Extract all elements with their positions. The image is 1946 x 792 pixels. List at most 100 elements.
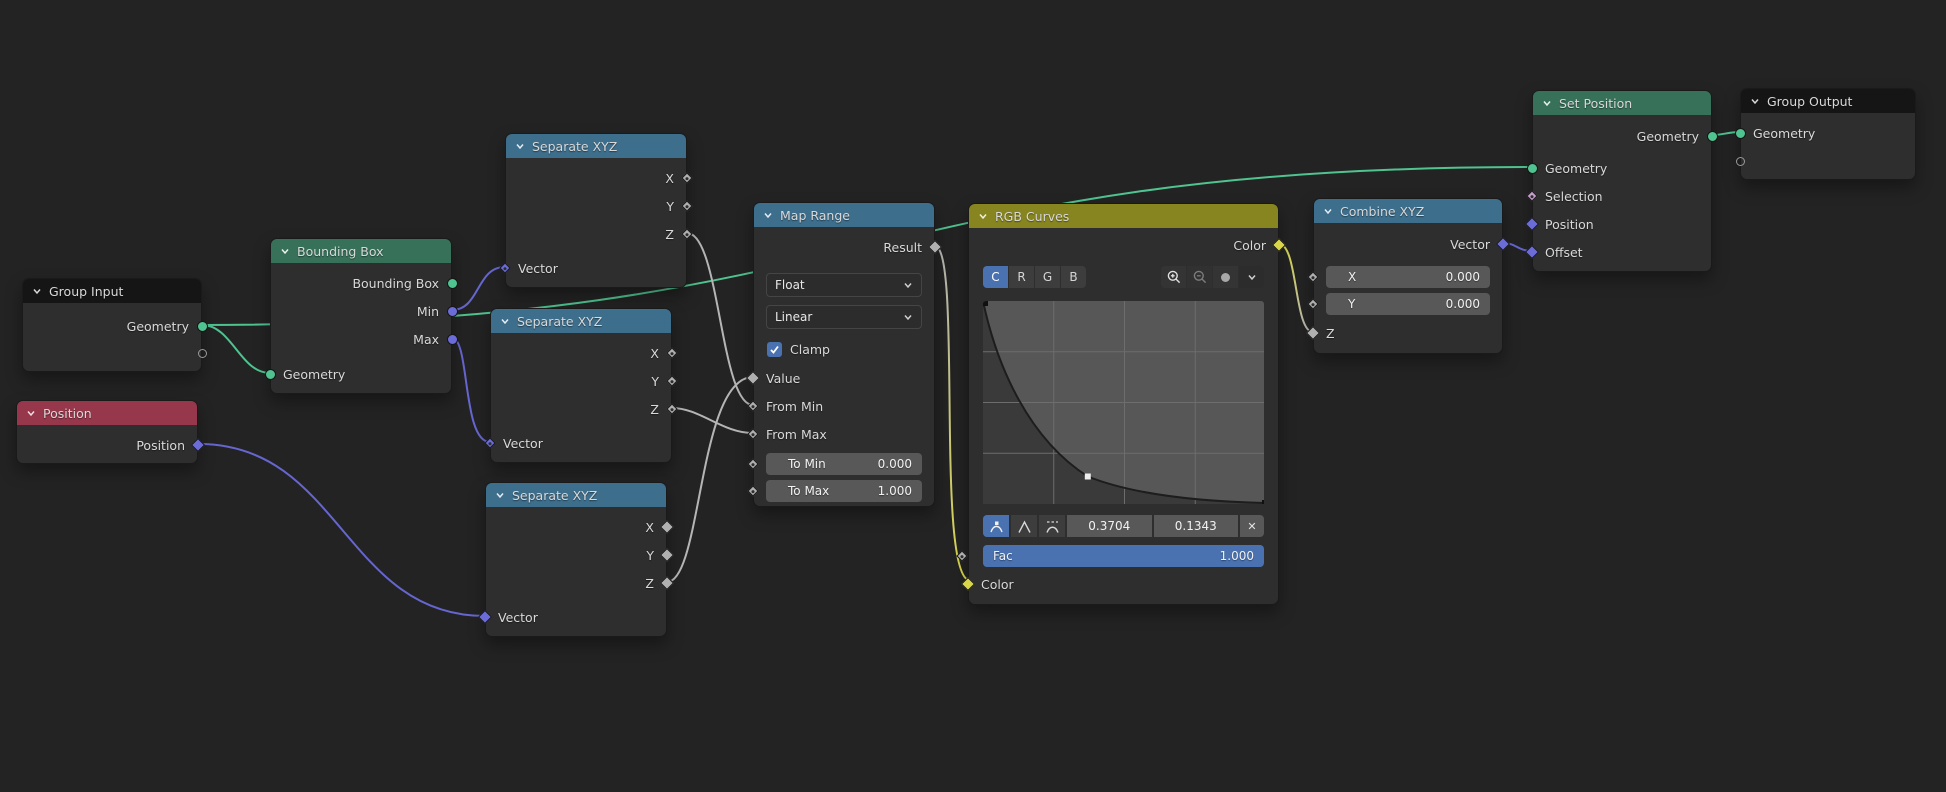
auto-handle-button[interactable]	[983, 515, 1009, 537]
x-output-socket[interactable]	[665, 346, 679, 360]
vector-output-socket[interactable]	[1496, 237, 1510, 251]
geometry-output-socket[interactable]	[1705, 129, 1719, 143]
zoom-out-button[interactable]	[1187, 266, 1212, 288]
boundingbox-output-socket[interactable]	[445, 276, 459, 290]
node-group-input[interactable]: Group Input Geometry	[22, 278, 202, 372]
geometry-output-socket[interactable]	[195, 319, 209, 333]
virtual-output-socket[interactable]	[195, 347, 209, 361]
channel-b-button[interactable]: B	[1061, 266, 1086, 288]
node-map-range[interactable]: Map Range Result Float Linear Clamp Valu…	[753, 202, 935, 507]
curve-point-end[interactable]	[1262, 500, 1264, 504]
point-x-field[interactable]: 0.3704	[1067, 515, 1152, 537]
node-group-output[interactable]: Group Output Geometry	[1740, 88, 1916, 180]
zoom-in-button[interactable]	[1161, 266, 1186, 288]
x-field[interactable]: X 0.000	[1326, 266, 1490, 288]
y-output-socket[interactable]	[665, 374, 679, 388]
node-rgb-curves[interactable]: RGB Curves Color C R G B	[968, 203, 1279, 605]
x-output-socket[interactable]	[680, 171, 694, 185]
max-output-socket[interactable]	[445, 332, 459, 346]
socket-row: Geometry	[1533, 154, 1711, 182]
data-type-dropdown[interactable]: Float	[766, 273, 922, 297]
to-max-field[interactable]: To Max 1.000	[766, 480, 922, 502]
x-input-socket[interactable]	[1306, 270, 1320, 284]
node-header[interactable]: RGB Curves	[969, 204, 1278, 228]
collapse-chevron-icon[interactable]	[26, 408, 36, 418]
from-max-input-socket[interactable]	[746, 427, 760, 441]
channel-r-button[interactable]: R	[1009, 266, 1034, 288]
node-editor-canvas[interactable]: Group Input Geometry Position Position	[0, 0, 1946, 792]
node-position[interactable]: Position Position	[16, 400, 198, 464]
curve-options-button[interactable]	[1239, 266, 1264, 288]
y-output-socket[interactable]	[660, 548, 674, 562]
from-min-input-socket[interactable]	[746, 399, 760, 413]
collapse-chevron-icon[interactable]	[763, 210, 773, 220]
offset-input-socket[interactable]	[1525, 245, 1539, 259]
delete-point-button[interactable]: ✕	[1240, 515, 1264, 537]
vector-handle-button[interactable]	[1011, 515, 1037, 537]
y-field[interactable]: Y 0.000	[1326, 293, 1490, 315]
collapse-chevron-icon[interactable]	[515, 141, 525, 151]
node-header[interactable]: Combine XYZ	[1314, 199, 1502, 223]
collapse-chevron-icon[interactable]	[280, 246, 290, 256]
node-combine-xyz[interactable]: Combine XYZ Vector X 0.000 Y 0.000	[1313, 198, 1503, 354]
interpolation-dropdown[interactable]: Linear	[766, 305, 922, 329]
z-output-socket[interactable]	[660, 576, 674, 590]
node-header[interactable]: Separate XYZ	[486, 483, 666, 507]
to-max-input-socket[interactable]	[746, 484, 760, 498]
position-output-socket[interactable]	[191, 438, 205, 452]
node-header[interactable]: Separate XYZ	[491, 309, 671, 333]
point-y-field[interactable]: 0.1343	[1154, 515, 1239, 537]
virtual-input-socket[interactable]	[1733, 154, 1747, 168]
node-set-position[interactable]: Set Position Geometry Geometry Selection…	[1532, 90, 1712, 272]
result-output-socket[interactable]	[928, 240, 942, 254]
value-input-socket[interactable]	[746, 371, 760, 385]
vector-input-socket[interactable]	[498, 261, 512, 275]
to-min-field[interactable]: To Min 0.000	[766, 453, 922, 475]
clipping-options-button[interactable]	[1213, 266, 1238, 288]
y-output-socket[interactable]	[680, 199, 694, 213]
collapse-chevron-icon[interactable]	[1542, 98, 1552, 108]
node-header[interactable]: Group Input	[23, 279, 201, 303]
color-output-socket[interactable]	[1272, 238, 1286, 252]
node-separate-xyz-1[interactable]: Separate XYZ X Y Z Vector	[505, 133, 687, 288]
selection-input-socket[interactable]	[1525, 189, 1539, 203]
node-header[interactable]: Set Position	[1533, 91, 1711, 115]
vector-input-socket[interactable]	[483, 436, 497, 450]
x-output-socket[interactable]	[660, 520, 674, 534]
color-input-socket[interactable]	[961, 577, 975, 591]
node-separate-xyz-2[interactable]: Separate XYZ X Y Z Vector	[490, 308, 672, 463]
vector-input-socket[interactable]	[478, 610, 492, 624]
collapse-chevron-icon[interactable]	[1750, 96, 1760, 106]
z-output-socket[interactable]	[680, 227, 694, 241]
node-bounding-box[interactable]: Bounding Box Bounding Box Min Max Geomet…	[270, 238, 452, 394]
geometry-input-socket[interactable]	[1733, 126, 1747, 140]
fac-slider[interactable]: Fac 1.000	[983, 545, 1264, 567]
fac-input-socket[interactable]	[955, 549, 969, 563]
channel-g-button[interactable]: G	[1035, 266, 1060, 288]
clamp-checkbox[interactable]	[767, 342, 782, 357]
node-header[interactable]: Position	[17, 401, 197, 425]
channel-c-button[interactable]: C	[983, 266, 1008, 288]
to-min-input-socket[interactable]	[746, 457, 760, 471]
curve-editor[interactable]	[983, 301, 1264, 507]
node-header[interactable]: Bounding Box	[271, 239, 451, 263]
node-separate-xyz-3[interactable]: Separate XYZ X Y Z Vector	[485, 482, 667, 637]
curve-point-selected[interactable]	[1085, 474, 1091, 480]
collapse-chevron-icon[interactable]	[978, 211, 988, 221]
geometry-input-socket[interactable]	[263, 367, 277, 381]
geometry-input-socket[interactable]	[1525, 161, 1539, 175]
node-header[interactable]: Group Output	[1741, 89, 1915, 113]
curve-point-start[interactable]	[983, 301, 988, 306]
collapse-chevron-icon[interactable]	[32, 286, 42, 296]
collapse-chevron-icon[interactable]	[500, 316, 510, 326]
z-input-socket[interactable]	[1306, 326, 1320, 340]
collapse-chevron-icon[interactable]	[1323, 206, 1333, 216]
node-header[interactable]: Separate XYZ	[506, 134, 686, 158]
y-input-socket[interactable]	[1306, 297, 1320, 311]
collapse-chevron-icon[interactable]	[495, 490, 505, 500]
z-output-socket[interactable]	[665, 402, 679, 416]
position-input-socket[interactable]	[1525, 217, 1539, 231]
node-header[interactable]: Map Range	[754, 203, 934, 227]
auto-clamped-handle-button[interactable]	[1039, 515, 1065, 537]
min-output-socket[interactable]	[445, 304, 459, 318]
